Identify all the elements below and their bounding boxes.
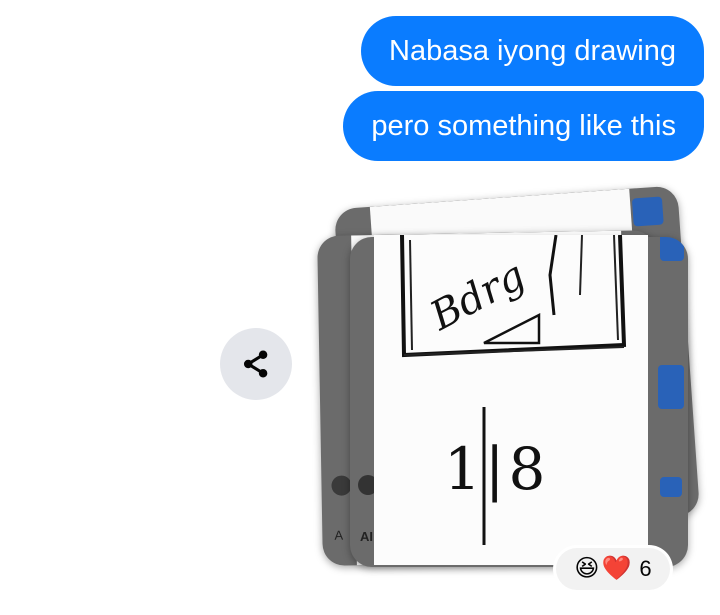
photo-side-letter: A <box>334 527 344 543</box>
sketch-fraction: 1|8 <box>444 435 550 503</box>
reaction-summary[interactable]: 😆 ❤️ 6 <box>556 548 670 590</box>
share-button[interactable] <box>220 328 292 400</box>
photo-main[interactable]: Bdrg 1|8 <box>374 235 648 565</box>
message-text: Nabasa iyong drawing <box>389 34 676 67</box>
message-text: pero something like this <box>371 109 676 142</box>
photo-stack[interactable]: A AI Bdrg 1|8 <box>300 185 720 575</box>
share-icon <box>243 350 268 378</box>
reaction-count: 6 <box>639 556 652 581</box>
message-bubble-2[interactable]: pero something like this <box>343 91 704 161</box>
photo-side-letters: AI <box>360 529 373 544</box>
heart-emoji-icon: ❤️ <box>601 555 632 582</box>
message-bubble-1[interactable]: Nabasa iyong drawing <box>361 16 704 86</box>
laughing-emoji-icon: 😆 <box>574 555 600 582</box>
